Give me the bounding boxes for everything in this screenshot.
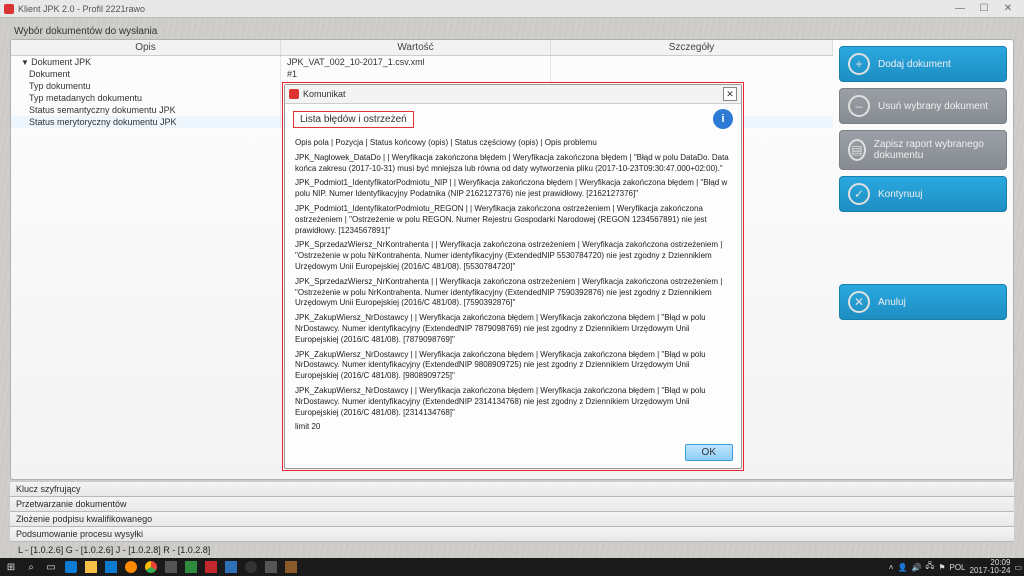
dialog-heading: Lista błędów i ostrzeżeń bbox=[293, 111, 414, 128]
taskbar-app-chrome[interactable] bbox=[142, 560, 160, 574]
cancel-icon: ✕ bbox=[848, 291, 870, 313]
dialog-close-button[interactable]: ✕ bbox=[723, 87, 737, 101]
check-icon: ✓ bbox=[848, 183, 870, 205]
taskbar-app-calc[interactable] bbox=[222, 560, 240, 574]
message-dialog: Komunikat ✕ Lista błędów i ostrzeżeń i O… bbox=[284, 84, 742, 469]
add-document-button[interactable]: + Dodaj dokument bbox=[839, 46, 1007, 82]
document-icon: ▤ bbox=[848, 139, 866, 161]
step-summary[interactable]: Podsumowanie procesu wysyłki bbox=[10, 527, 1014, 542]
error-line: JPK_SprzedazWiersz_NrKontrahenta | | Wer… bbox=[295, 240, 731, 272]
error-line: JPK_ZakupWiersz_NrDostawcy | | Weryfikac… bbox=[295, 386, 731, 418]
window-close-button[interactable]: ✕ bbox=[996, 3, 1020, 14]
dialog-columns-line: Opis pola | Pozycja | Status końcowy (op… bbox=[295, 138, 731, 149]
tray-volume-icon[interactable]: 🔊 bbox=[911, 563, 921, 572]
status-line: L - [1.0.2.6] G - [1.0.2.6] J - [1.0.2.8… bbox=[10, 542, 1014, 558]
tree-row[interactable]: Dokument #1 bbox=[11, 68, 833, 80]
taskbar-app[interactable] bbox=[242, 560, 260, 574]
save-report-label: Zapisz raport wybranego dokumentu bbox=[874, 139, 998, 161]
system-tray[interactable]: ˄ 👤 🔊 🖧 ⚑ POL 20:09 2017-10-24 ▭ bbox=[889, 559, 1022, 575]
error-line: JPK_ZakupWiersz_NrDostawcy | | Weryfikac… bbox=[295, 350, 731, 382]
taskbar-app[interactable] bbox=[162, 560, 180, 574]
message-dialog-wrapper: Komunikat ✕ Lista błędów i ostrzeżeń i O… bbox=[282, 82, 744, 471]
taskbar-app[interactable] bbox=[282, 560, 300, 574]
tray-clock[interactable]: 20:09 2017-10-24 bbox=[970, 559, 1011, 575]
app-icon bbox=[4, 4, 14, 14]
remove-document-button[interactable]: – Usuń wybrany dokument bbox=[839, 88, 1007, 124]
taskbar-app-explorer[interactable] bbox=[82, 560, 100, 574]
taskbar-app[interactable] bbox=[262, 560, 280, 574]
save-report-button[interactable]: ▤ Zapisz raport wybranego dokumentu bbox=[839, 130, 1007, 170]
window-maximize-button[interactable]: ☐ bbox=[972, 3, 996, 14]
cancel-label: Anuluj bbox=[878, 297, 906, 308]
continue-button[interactable]: ✓ Kontynuuj bbox=[839, 176, 1007, 212]
tray-flag-icon[interactable]: ⚑ bbox=[938, 563, 945, 572]
task-view-icon[interactable]: ▭ bbox=[42, 560, 60, 574]
dialog-body: Opis pola | Pozycja | Status końcowy (op… bbox=[285, 134, 741, 439]
tray-notifications-icon[interactable]: ▭ bbox=[1014, 563, 1022, 572]
tree-cell-opis: Status merytoryczny dokumentu JPK bbox=[11, 116, 281, 128]
add-document-label: Dodaj dokument bbox=[878, 59, 951, 70]
taskbar-app-edge[interactable] bbox=[62, 560, 80, 574]
start-button[interactable]: ⊞ bbox=[2, 560, 20, 574]
col-header-wartosc[interactable]: Wartość bbox=[281, 40, 551, 55]
taskbar-app-download[interactable] bbox=[182, 560, 200, 574]
window-minimize-button[interactable]: — bbox=[948, 3, 972, 14]
tree-cell-wartosc: #1 bbox=[281, 68, 551, 80]
tree-cell-opis: Dokument JPK bbox=[11, 56, 281, 68]
taskbar-app-pdf[interactable] bbox=[202, 560, 220, 574]
tree-cell-opis: Typ metadanych dokumentu bbox=[11, 92, 281, 104]
tray-network-icon[interactable]: 🖧 bbox=[925, 560, 934, 574]
windows-taskbar: ⊞ ⌕ ▭ ˄ 👤 🔊 🖧 ⚑ POL 20:09 2017-10-24 ▭ bbox=[0, 558, 1024, 576]
col-header-opis[interactable]: Opis bbox=[11, 40, 281, 55]
dialog-titlebar: Komunikat ✕ bbox=[285, 85, 741, 104]
tray-language[interactable]: POL bbox=[950, 563, 966, 572]
error-line: JPK_Podmiot1_IdentyfikatorPodmiotu_REGON… bbox=[295, 204, 731, 236]
error-line: JPK_SprzedazWiersz_NrKontrahenta | | Wer… bbox=[295, 277, 731, 309]
tree-row-root[interactable]: Dokument JPK JPK_VAT_002_10-2017_1.csv.x… bbox=[11, 56, 833, 68]
dialog-ok-button[interactable]: OK bbox=[685, 444, 733, 461]
error-line: JPK_Podmiot1_IdentyfikatorPodmiotu_NIP |… bbox=[295, 178, 731, 200]
section-label: Wybór dokumentów do wysłania bbox=[10, 24, 1014, 39]
dialog-title: Komunikat bbox=[303, 89, 346, 99]
taskbar-app-firefox[interactable] bbox=[122, 560, 140, 574]
window-title: Klient JPK 2.0 - Profil 2221rawo bbox=[18, 4, 145, 14]
search-icon[interactable]: ⌕ bbox=[22, 560, 40, 574]
tray-people-icon[interactable]: 👤 bbox=[897, 563, 907, 572]
dialog-icon bbox=[289, 89, 299, 99]
cancel-button[interactable]: ✕ Anuluj bbox=[839, 284, 1007, 320]
continue-label: Kontynuuj bbox=[878, 189, 922, 200]
limit-line: limit 20 bbox=[295, 422, 731, 433]
step-key[interactable]: Klucz szyfrujący bbox=[10, 482, 1014, 497]
window-titlebar: Klient JPK 2.0 - Profil 2221rawo — ☐ ✕ bbox=[0, 0, 1024, 18]
wizard-steps: Klucz szyfrujący Przetwarzanie dokumentó… bbox=[10, 482, 1014, 542]
action-sidebar: + Dodaj dokument – Usuń wybrany dokument… bbox=[833, 40, 1013, 479]
plus-icon: + bbox=[848, 53, 870, 75]
info-icon: i bbox=[713, 109, 733, 129]
taskbar-app-store[interactable] bbox=[102, 560, 120, 574]
step-processing[interactable]: Przetwarzanie dokumentów bbox=[10, 497, 1014, 512]
remove-document-label: Usuń wybrany dokument bbox=[878, 101, 988, 112]
step-signature[interactable]: Złożenie podpisu kwalifikowanego bbox=[10, 512, 1014, 527]
error-line: JPK_Naglowek_DataDo | | Weryfikacja zako… bbox=[295, 153, 731, 175]
col-header-szczegoly[interactable]: Szczegóły bbox=[551, 40, 833, 55]
tree-cell-opis: Typ dokumentu bbox=[11, 80, 281, 92]
tray-chevron-icon[interactable]: ˄ bbox=[889, 563, 894, 572]
tray-date: 2017-10-24 bbox=[970, 567, 1011, 575]
tree-cell-wartosc: JPK_VAT_002_10-2017_1.csv.xml bbox=[281, 56, 551, 68]
error-line: JPK_ZakupWiersz_NrDostawcy | | Weryfikac… bbox=[295, 313, 731, 345]
tree-cell-opis: Dokument bbox=[11, 68, 281, 80]
grid-header: Opis Wartość Szczegóły bbox=[11, 40, 833, 56]
minus-icon: – bbox=[848, 95, 870, 117]
tree-cell-opis: Status semantyczny dokumentu JPK bbox=[11, 104, 281, 116]
